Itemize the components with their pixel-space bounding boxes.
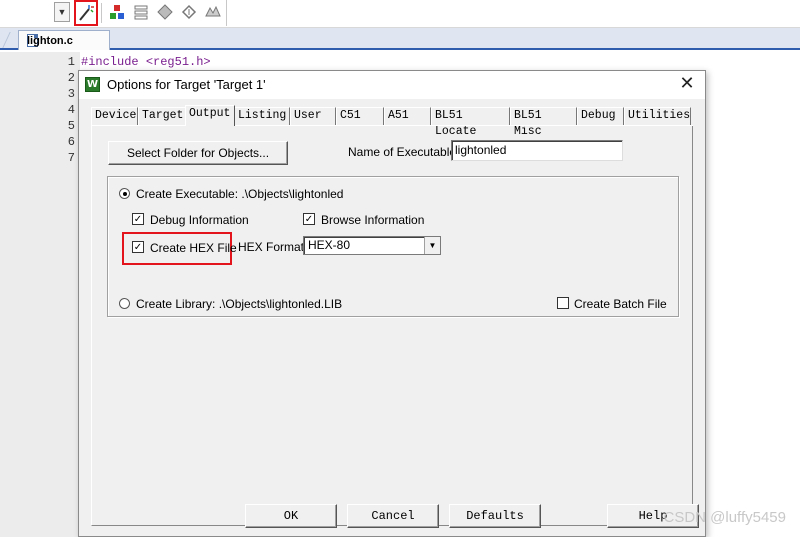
create-hex-file-checkbox[interactable]: ✓ — [132, 241, 144, 253]
toolbar-separator — [101, 3, 102, 23]
defaults-button[interactable]: Defaults — [449, 504, 541, 528]
browse-information-label: Browse Information — [321, 213, 425, 227]
keil-app-icon: W — [85, 77, 100, 92]
tab-c51[interactable]: C51 — [336, 107, 384, 125]
file-extensions-icon[interactable] — [131, 2, 151, 22]
code-keyword: #include — [81, 55, 139, 69]
close-icon[interactable]: ✕ — [677, 74, 697, 94]
tab-device[interactable]: Device — [91, 107, 138, 125]
tab-bl51-locate[interactable]: BL51 Locate — [431, 107, 510, 138]
line-numbers: 1 2 3 4 5 6 7 — [67, 55, 75, 165]
hex-format-select[interactable]: HEX-80 ▼ — [303, 236, 441, 255]
create-batch-file-label: Create Batch File — [574, 297, 667, 311]
debug-information-checkbox[interactable]: ✓ — [132, 213, 144, 225]
create-hex-file-label: Create HEX File — [150, 241, 237, 255]
pack-installer-icon[interactable] — [179, 2, 199, 22]
create-executable-radio[interactable] — [119, 188, 130, 199]
create-batch-file-checkbox[interactable] — [557, 297, 569, 309]
file-tab-lighton[interactable]: lighton.c — [18, 30, 110, 50]
options-for-target-button[interactable] — [74, 0, 98, 26]
hex-format-label: HEX Format: — [238, 240, 308, 254]
select-packs-icon[interactable] — [203, 2, 223, 22]
ok-button[interactable]: OK — [245, 504, 337, 528]
select-folder-button[interactable]: Select Folder for Objects... — [108, 141, 288, 165]
diamond-icon[interactable] — [155, 2, 175, 22]
toolbar-dropdown-arrow[interactable]: ▼ — [54, 2, 70, 22]
manage-components-icon[interactable] — [107, 2, 127, 22]
tab-bl51-misc[interactable]: BL51 Misc — [510, 107, 577, 138]
tab-listing[interactable]: Listing — [234, 107, 290, 125]
watermark: CSDN @luffy5459 — [663, 509, 786, 526]
toolbar-separator — [226, 0, 227, 26]
tab-debug[interactable]: Debug — [577, 107, 624, 125]
create-library-radio[interactable] — [119, 298, 130, 309]
hex-format-value: HEX-80 — [308, 238, 351, 252]
code-include-arg: <reg51.h> — [145, 55, 211, 69]
name-of-executable-label: Name of Executable: — [348, 145, 460, 159]
cancel-button[interactable]: Cancel — [347, 504, 439, 528]
magic-wand-icon — [79, 5, 94, 21]
dialog-titlebar: W Options for Target 'Target 1' ✕ — [79, 71, 705, 99]
toolbar: ▼ — [0, 0, 800, 28]
create-executable-label: Create Executable: .\Objects\lightonled — [136, 187, 344, 201]
debug-information-label: Debug Information — [150, 213, 249, 227]
editor-tab-strip: lighton.c — [0, 28, 800, 50]
file-tab-label: lighton.c — [27, 34, 73, 47]
tab-output[interactable]: Output — [185, 105, 235, 126]
tab-a51[interactable]: A51 — [384, 107, 431, 125]
chevron-down-icon[interactable]: ▼ — [424, 237, 440, 254]
tab-user[interactable]: User — [290, 107, 336, 125]
name-of-executable-input[interactable]: lightonled — [451, 140, 623, 161]
dialog-tabs: Device Target Listing User C51 A51 BL51 … — [91, 105, 695, 138]
dialog-title: Options for Target 'Target 1' — [107, 77, 266, 92]
code-line-1[interactable]: #include <reg51.h> — [81, 54, 211, 70]
tab-utilities[interactable]: Utilities — [624, 107, 691, 125]
browse-information-checkbox[interactable]: ✓ — [303, 213, 315, 225]
create-library-label: Create Library: .\Objects\lightonled.LIB — [136, 297, 343, 311]
tab-target[interactable]: Target — [138, 107, 186, 125]
